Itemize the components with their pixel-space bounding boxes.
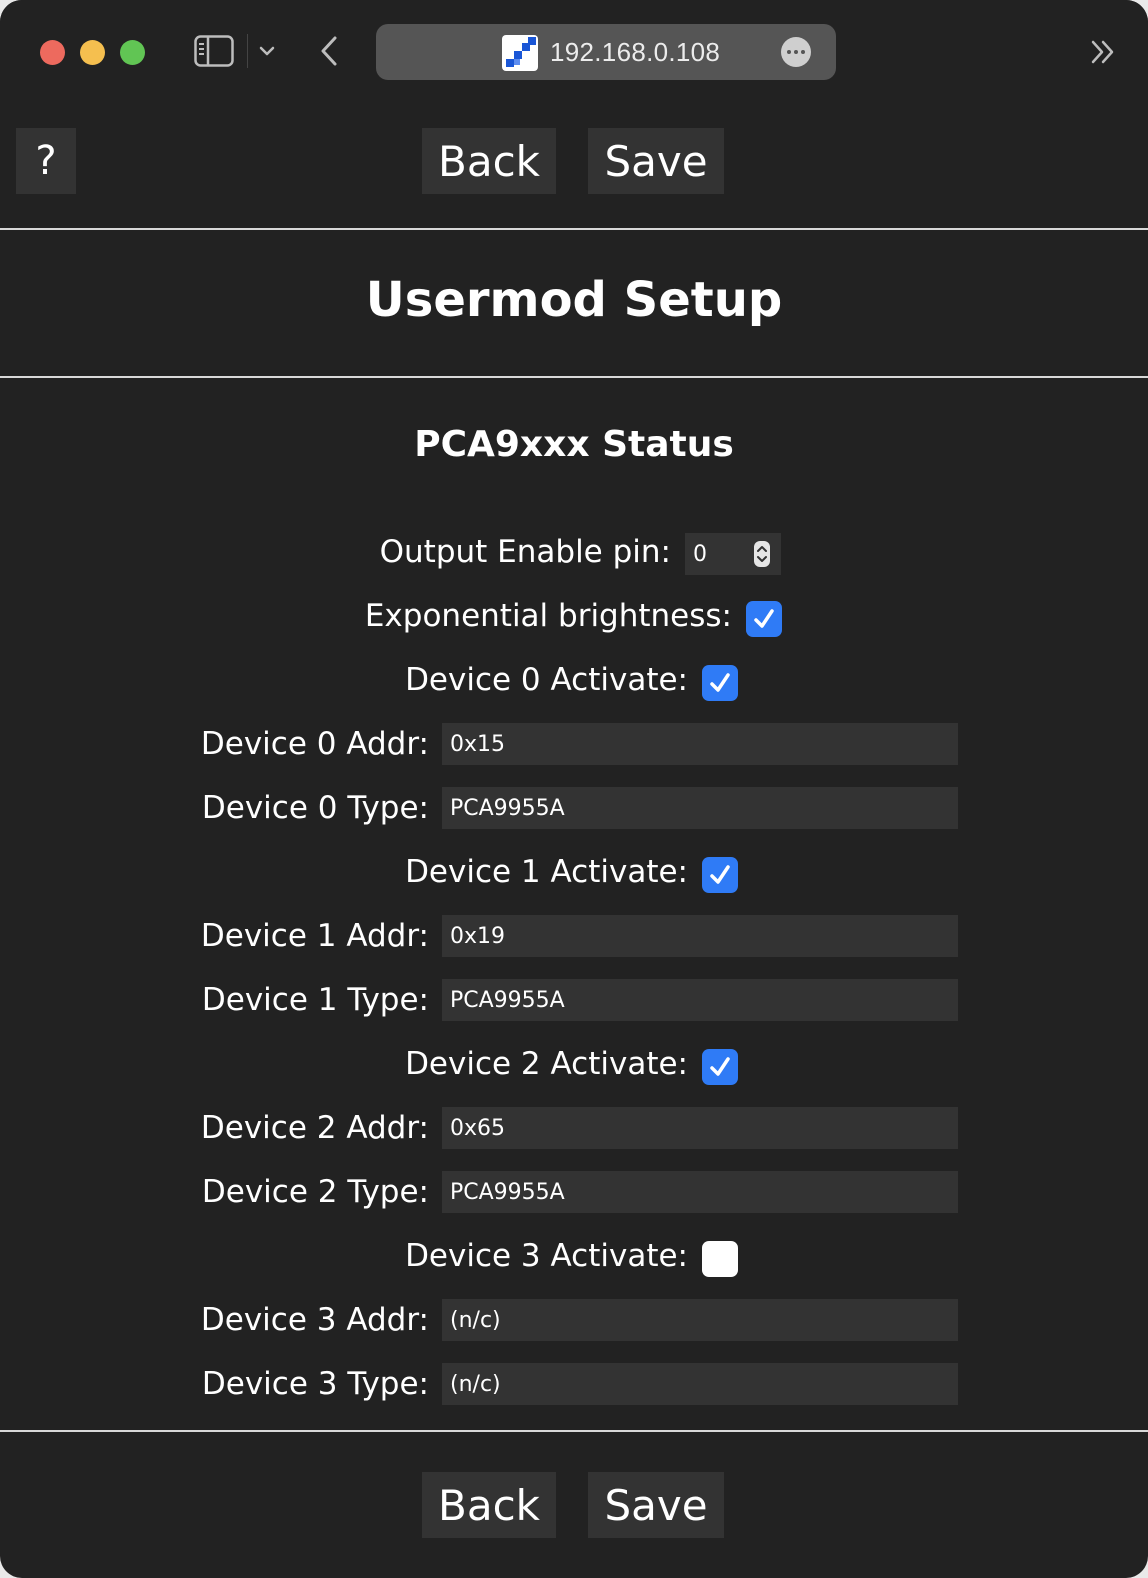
- save-button[interactable]: Save: [588, 128, 724, 194]
- section-title: PCA9xxx Status: [414, 424, 734, 465]
- divider: [0, 1430, 1148, 1432]
- device-2-addr-label: Device 2 Addr:: [200, 1110, 429, 1146]
- device-3-activate-label: Device 3 Activate:: [405, 1238, 688, 1274]
- device-3-type-label: Device 3 Type:: [201, 1366, 429, 1402]
- back-arrow-icon[interactable]: [316, 34, 342, 68]
- sidebar-toggle-icon[interactable]: [194, 35, 234, 67]
- device-0-type-input[interactable]: PCA9955A: [442, 787, 958, 829]
- page-title: Usermod Setup: [365, 272, 783, 328]
- output-enable-value: 0: [693, 541, 707, 567]
- divider: [0, 376, 1148, 378]
- url-text: 192.168.0.108: [550, 37, 721, 67]
- checkmark-icon: [710, 1057, 730, 1076]
- close-window-button[interactable]: [40, 40, 65, 65]
- device-3-activate-checkbox[interactable]: [702, 1241, 738, 1277]
- device-0-activate-checkbox[interactable]: [702, 665, 738, 701]
- device-0-addr-label: Device 0 Addr:: [200, 726, 429, 762]
- device-3-type-input[interactable]: (n/c): [442, 1363, 958, 1405]
- zoom-window-button[interactable]: [120, 40, 145, 65]
- divider: [0, 228, 1148, 230]
- chevron-down-icon[interactable]: [256, 40, 278, 62]
- page-menu-icon[interactable]: [781, 37, 811, 67]
- exp-brightness-checkbox[interactable]: [746, 601, 782, 637]
- back-button-bottom[interactable]: Back: [422, 1472, 556, 1538]
- back-button[interactable]: Back: [422, 128, 556, 194]
- browser-toolbar: 192.168.0.108: [0, 0, 1148, 104]
- toolbar-divider: [247, 34, 248, 68]
- stepper-icon[interactable]: [753, 540, 771, 568]
- save-button-bottom[interactable]: Save: [588, 1472, 724, 1538]
- device-3-addr-label: Device 3 Addr:: [200, 1302, 429, 1338]
- exp-brightness-label: Exponential brightness:: [364, 598, 732, 634]
- device-0-addr-input[interactable]: 0x15: [442, 723, 958, 765]
- device-1-type-label: Device 1 Type:: [201, 982, 429, 1018]
- device-0-type-label: Device 0 Type:: [201, 790, 429, 826]
- help-button[interactable]: ?: [16, 128, 76, 194]
- site-favicon-icon: [502, 35, 538, 71]
- device-2-type-input[interactable]: PCA9955A: [442, 1171, 958, 1213]
- checkmark-icon: [710, 673, 730, 692]
- device-1-activate-checkbox[interactable]: [702, 857, 738, 893]
- output-enable-pin-input[interactable]: 0: [685, 533, 781, 575]
- address-bar[interactable]: 192.168.0.108: [376, 24, 836, 80]
- minimize-window-button[interactable]: [80, 40, 105, 65]
- checkmark-icon: [754, 609, 774, 628]
- device-1-addr-input[interactable]: 0x19: [442, 915, 958, 957]
- device-2-addr-input[interactable]: 0x65: [442, 1107, 958, 1149]
- device-0-activate-label: Device 0 Activate:: [405, 662, 688, 698]
- checkmark-icon: [710, 865, 730, 884]
- device-3-addr-input[interactable]: (n/c): [442, 1299, 958, 1341]
- device-2-activate-label: Device 2 Activate:: [405, 1046, 688, 1082]
- device-2-activate-checkbox[interactable]: [702, 1049, 738, 1085]
- double-chevron-right-icon[interactable]: [1090, 38, 1116, 66]
- device-2-type-label: Device 2 Type:: [201, 1174, 429, 1210]
- browser-window: 192.168.0.108 ? Back Save Usermod Setup …: [0, 0, 1148, 1578]
- device-1-addr-label: Device 1 Addr:: [200, 918, 429, 954]
- device-1-type-input[interactable]: PCA9955A: [442, 979, 958, 1021]
- device-1-activate-label: Device 1 Activate:: [405, 854, 688, 890]
- output-enable-label: Output Enable pin:: [379, 534, 671, 570]
